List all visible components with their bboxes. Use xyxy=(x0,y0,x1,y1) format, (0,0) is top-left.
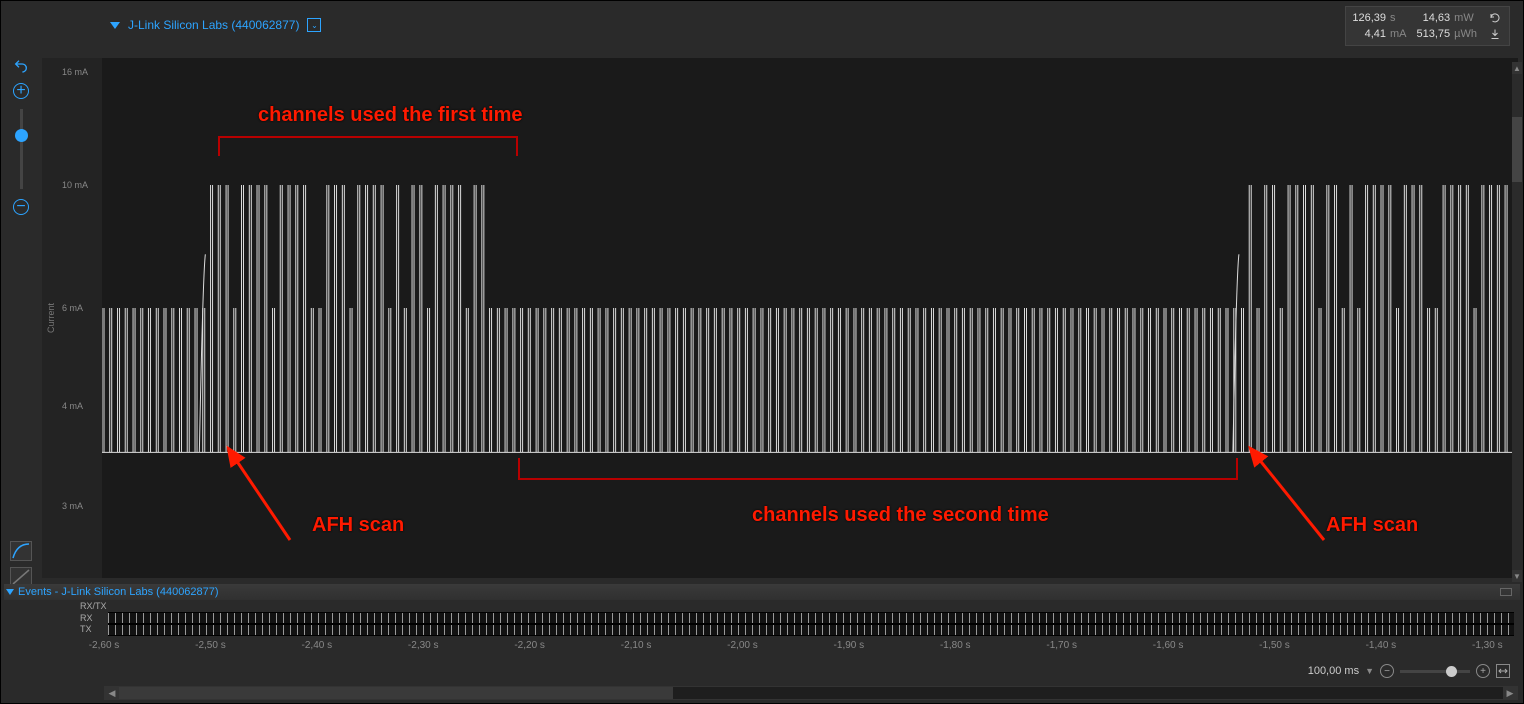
x-tick: -1,30 s xyxy=(1472,640,1503,660)
zoom-y-slider[interactable] xyxy=(20,109,23,189)
x-tick: -1,50 s xyxy=(1259,640,1290,660)
y-tick: 4 mA xyxy=(62,401,83,411)
fit-width-icon[interactable] xyxy=(1496,664,1510,678)
stat-energy-value: 513,75 xyxy=(1417,28,1451,40)
device-dropdown-icon[interactable]: ⌄ xyxy=(307,18,321,32)
events-minimize-icon[interactable] xyxy=(1500,588,1512,596)
collapse-triangle-icon[interactable] xyxy=(110,22,120,29)
zoom-y-slider-thumb[interactable] xyxy=(15,129,28,142)
zoom-x-slider[interactable] xyxy=(1400,670,1470,673)
scroll-down-icon[interactable]: ▼ xyxy=(1512,570,1522,582)
stat-current-unit: mA xyxy=(1390,28,1413,40)
tx-row[interactable] xyxy=(108,624,1514,636)
stats-panel: 126,39 s 14,63 mW 4,41 mA 513,75 µWh xyxy=(1345,6,1510,46)
y-tick: 10 mA xyxy=(62,180,88,190)
y-tick: 3 mA xyxy=(62,501,83,511)
current-plot: Current 16 mA 10 mA 6 mA 4 mA 3 mA chann… xyxy=(42,58,1518,578)
events-title: Events - J-Link Silicon Labs (440062877) xyxy=(18,586,219,598)
x-tick: -1,90 s xyxy=(834,640,865,660)
x-tick: -2,60 s xyxy=(89,640,120,660)
timespan-value: 100,00 ms xyxy=(1308,665,1359,677)
time-zoom-controls: 100,00 ms ▼ − + xyxy=(1308,660,1510,682)
hscroll-thumb[interactable] xyxy=(119,687,673,699)
vertical-scrollbar[interactable]: ▲ ▼ xyxy=(1512,62,1522,582)
zoom-out-y-icon[interactable]: − xyxy=(13,199,29,215)
x-tick: -2,20 s xyxy=(514,640,545,660)
y-axis-label: Current xyxy=(46,303,56,333)
left-tool-rail: + − xyxy=(4,58,38,587)
y-tick: 16 mA xyxy=(62,67,88,77)
x-tick: -1,40 s xyxy=(1366,640,1397,660)
scroll-right-icon[interactable]: ▶ xyxy=(1503,687,1517,699)
horizontal-scrollbar[interactable]: ◀ ▶ xyxy=(104,686,1518,700)
chart-canvas[interactable] xyxy=(102,58,1518,578)
curve-tool-icon[interactable] xyxy=(10,541,32,561)
export-icon[interactable] xyxy=(1487,26,1503,42)
rx-label: RX xyxy=(80,613,93,623)
tx-label: TX xyxy=(80,624,92,634)
device-title: J-Link Silicon Labs (440062877) xyxy=(128,18,299,32)
events-panel: Events - J-Link Silicon Labs (440062877)… xyxy=(4,584,1520,634)
undo-zoom-icon[interactable] xyxy=(13,58,29,77)
stat-power-value: 14,63 xyxy=(1417,12,1451,24)
events-header[interactable]: Events - J-Link Silicon Labs (440062877) xyxy=(4,584,1520,600)
rxtx-label: RX/TX xyxy=(80,601,107,611)
x-tick: -1,60 s xyxy=(1153,640,1184,660)
x-axis: -2,60 s -2,50 s -2,40 s -2,30 s -2,20 s … xyxy=(104,640,1518,660)
x-tick: -2,50 s xyxy=(195,640,226,660)
x-tick: -2,40 s xyxy=(302,640,333,660)
rx-row[interactable] xyxy=(108,612,1514,624)
scroll-left-icon[interactable]: ◀ xyxy=(105,687,119,699)
zoom-in-y-icon[interactable]: + xyxy=(13,83,29,99)
refresh-icon[interactable] xyxy=(1487,10,1503,26)
stat-power-unit: mW xyxy=(1454,12,1483,24)
x-tick: -2,30 s xyxy=(408,640,439,660)
stat-time-value: 126,39 xyxy=(1352,12,1386,24)
scroll-thumb[interactable] xyxy=(1512,117,1522,182)
scroll-up-icon[interactable]: ▲ xyxy=(1512,62,1522,74)
zoom-in-x-icon[interactable]: + xyxy=(1476,664,1490,678)
y-tick: 6 mA xyxy=(62,303,83,313)
zoom-out-x-icon[interactable]: − xyxy=(1380,664,1394,678)
timespan-dropdown-icon[interactable]: ▼ xyxy=(1365,666,1374,676)
x-tick: -2,10 s xyxy=(621,640,652,660)
zoom-x-slider-thumb[interactable] xyxy=(1446,666,1457,677)
events-collapse-icon[interactable] xyxy=(6,589,14,595)
chart-header: J-Link Silicon Labs (440062877) ⌄ xyxy=(0,0,1524,50)
x-tick: -1,80 s xyxy=(940,640,971,660)
hscroll-track[interactable] xyxy=(119,687,1503,699)
stat-time-unit: s xyxy=(1390,12,1413,24)
stat-current-value: 4,41 xyxy=(1352,28,1386,40)
stat-energy-unit: µWh xyxy=(1454,28,1483,40)
x-tick: -1,70 s xyxy=(1046,640,1077,660)
x-tick: -2,00 s xyxy=(727,640,758,660)
